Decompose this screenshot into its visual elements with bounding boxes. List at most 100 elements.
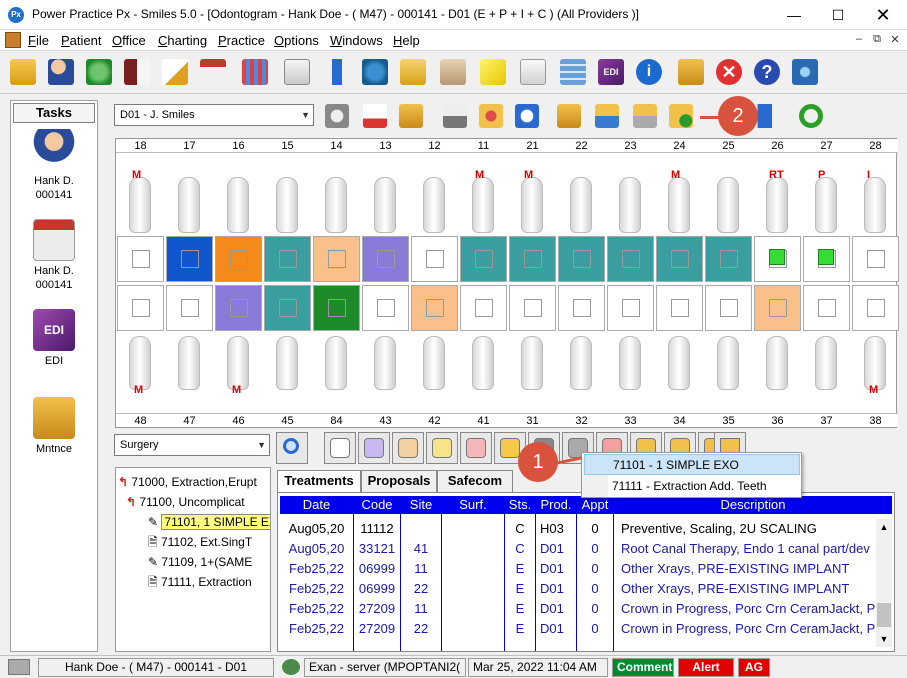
tooth-surface-occlusal[interactable] [475,250,493,268]
mdi-minimize-icon[interactable]: – [850,33,868,48]
tooth-surface-occlusal[interactable] [524,299,542,317]
tooth-surface[interactable] [509,285,556,331]
folder-settings-button[interactable] [396,101,426,131]
procedure-button[interactable] [358,432,390,464]
tooth-number[interactable]: 22 [557,139,606,153]
open-folder-button[interactable] [6,55,40,89]
tooth-surface[interactable] [852,285,899,331]
tooth-surface[interactable] [803,285,850,331]
tooth[interactable] [521,177,543,233]
table-row[interactable]: Aug05,20 33121 41 C D01 0 Root Canal Therapy, … [280,539,876,559]
tooth-surface-occlusal[interactable] [328,250,346,268]
mdi-restore-icon[interactable]: ⧉ [868,33,886,48]
tooth-surface[interactable] [607,236,654,282]
col-prod[interactable]: Prod. [536,496,576,514]
table-row[interactable]: Feb25,22 27209 11 E D01 0 Crown in Progress, P… [280,599,877,619]
menu-options[interactable]: Options [274,33,319,48]
tooth-number[interactable]: 42 [410,414,459,428]
tooth-surface[interactable] [607,285,654,331]
tooth[interactable] [423,336,445,390]
info-button[interactable]: i [632,55,666,89]
tree-node[interactable]: ✎ 71109, 1+(SAME [148,552,252,572]
prescription-button[interactable] [320,55,354,89]
tooth-surface[interactable] [264,285,311,331]
tooth-surface-occlusal[interactable] [426,250,444,268]
exit-button[interactable]: ✕ [712,55,746,89]
menu-charting[interactable]: Charting [158,33,207,48]
tooth-settings-button[interactable] [322,101,352,131]
tooth[interactable] [178,177,200,233]
tooth-surface[interactable] [362,236,409,282]
tooth-number[interactable]: 43 [361,414,410,428]
documents-button[interactable] [280,55,314,89]
popup-item-71111[interactable]: 71111 - Extraction Add. Teeth [584,476,800,497]
tooth-number[interactable]: 46 [214,414,263,428]
tree-node-selected[interactable]: ✎ 71101, 1 SIMPLE EXO [148,512,270,532]
close-button[interactable]: ✕ [860,0,906,30]
tooth-surface-occlusal[interactable] [622,299,640,317]
procedure-button[interactable] [392,432,424,464]
tooth-number[interactable]: 26 [753,139,802,153]
tooth-surface[interactable] [166,236,213,282]
ag-button[interactable]: AG [738,658,770,677]
tooth-number[interactable]: 36 [753,414,802,428]
tooth-surface[interactable] [313,236,360,282]
tooth-number[interactable]: 16 [214,139,263,153]
tooth[interactable] [717,336,739,390]
tooth[interactable] [325,336,347,390]
tooth-number[interactable]: 34 [655,414,704,428]
tooth[interactable] [129,336,151,390]
vertical-scrollbar[interactable]: ▲ ▼ [876,519,892,647]
tooth-surface[interactable] [117,236,164,282]
tooth-surface-occlusal[interactable] [671,299,689,317]
tooth-surface-occlusal[interactable] [720,250,738,268]
minimize-button[interactable]: — [771,0,817,30]
tab-treatments[interactable]: Treatments [277,470,361,493]
tooth-surface[interactable] [656,285,703,331]
tooth-surface[interactable] [215,236,262,282]
col-sts[interactable]: Sts. [505,496,535,514]
tooth[interactable] [129,177,151,233]
tooth-number[interactable]: 45 [263,414,312,428]
tooth-surface[interactable] [705,236,752,282]
scroll-up-icon[interactable]: ▲ [876,519,892,535]
tooth[interactable] [619,336,641,390]
tooth[interactable] [570,177,592,233]
tree-node[interactable]: ↰ 71000, Extraction,Erupt [118,472,257,492]
tooth[interactable] [815,177,837,233]
tooth[interactable] [325,177,347,233]
scroll-thumb[interactable] [877,603,891,627]
edi-button[interactable]: EDI [594,55,628,89]
tooth-number[interactable]: 21 [508,139,557,153]
tooth[interactable] [227,336,249,390]
tooth-number[interactable]: 24 [655,139,704,153]
tooth-number[interactable]: 15 [263,139,312,153]
patients-button[interactable] [44,55,78,89]
tooth-number[interactable]: 14 [312,139,361,153]
col-site[interactable]: Site [401,496,441,514]
tooth-surface-occlusal[interactable] [377,250,395,268]
tooth-surface[interactable] [411,285,458,331]
tooth-surface[interactable] [852,236,899,282]
popup-item-71101[interactable]: 71101 - 1 SIMPLE EXO [584,454,800,475]
tooth[interactable] [766,336,788,390]
tooth[interactable] [276,177,298,233]
tooth-surface-occlusal[interactable] [377,299,395,317]
tooth-surface-occlusal[interactable] [132,299,150,317]
tooth-surface[interactable] [558,236,605,282]
reports-button[interactable] [516,55,550,89]
tooth-surface[interactable] [558,285,605,331]
tooth-surface[interactable] [117,285,164,331]
tooth[interactable] [521,336,543,390]
comment-button[interactable]: Comment [612,658,674,677]
edit-notes-button[interactable] [158,55,192,89]
tooth-surface[interactable] [460,285,507,331]
tooth[interactable] [178,336,200,390]
tree-node[interactable]: 🗎 71111, Extraction [148,572,252,592]
tooth-number[interactable]: 17 [165,139,214,153]
tooth[interactable] [815,336,837,390]
menu-file[interactable]: File [28,33,49,48]
tooth-surface[interactable] [411,236,458,282]
task-chart[interactable]: Hank D. 000141 [11,219,97,292]
tooth-number[interactable]: 18 [116,139,165,153]
